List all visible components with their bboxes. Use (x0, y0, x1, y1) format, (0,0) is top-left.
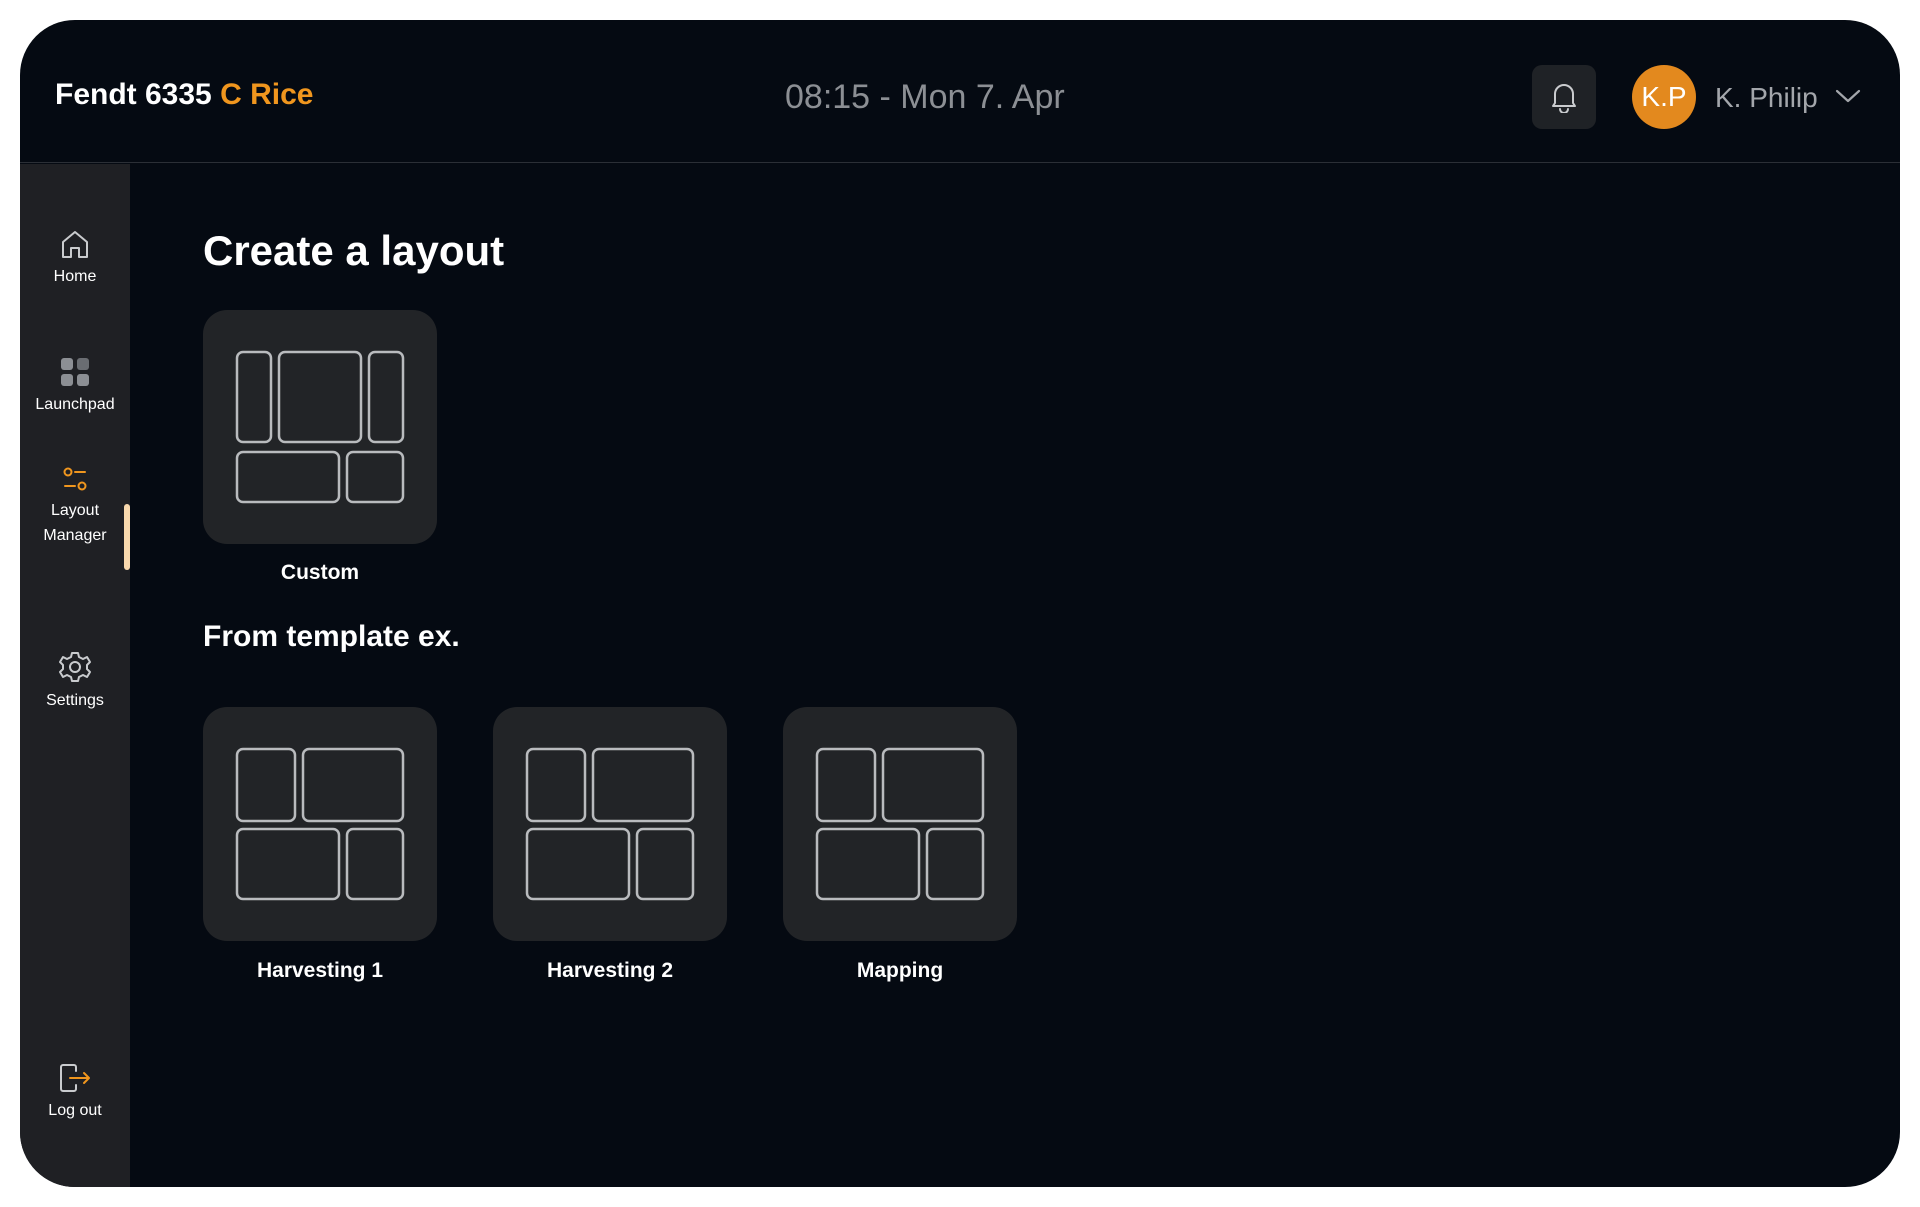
home-icon (62, 231, 88, 258)
page-title: Create a layout (203, 227, 505, 274)
logout-button[interactable]: Log out (20, 1062, 130, 1123)
template-label-harvesting-1: Harvesting 1 (256, 959, 384, 982)
template-layout-preview-icon (815, 747, 985, 901)
template-card-harvesting-2[interactable] (493, 707, 727, 941)
sidebar-item-label: Settings (46, 692, 104, 709)
template-card-harvesting-1[interactable] (203, 707, 437, 941)
template-label-mapping: Mapping (856, 959, 944, 982)
sidebar-item-label-line1: Layout (50, 502, 100, 519)
templates-heading: From template ex. (203, 620, 460, 653)
template-layout-preview-icon (235, 747, 405, 901)
logout-label: Log out (48, 1102, 102, 1119)
sliders-icon (63, 467, 87, 491)
user-avatar[interactable]: K.P (1632, 65, 1696, 129)
sidebar-item-settings[interactable]: Settings (20, 650, 130, 713)
sidebar-item-label-line2: Manager (43, 527, 107, 544)
user-name[interactable]: K. Philip (1715, 82, 1818, 114)
app-window: Fendt 6335 C Rice 08:15 - Mon 7. Apr K.P… (20, 20, 1900, 1187)
sidebar-item-layout-manager[interactable]: Layout Manager (20, 464, 130, 548)
template-card-mapping[interactable] (783, 707, 1017, 941)
grid-icon (61, 358, 89, 386)
sidebar-item-home[interactable]: Home (20, 228, 130, 289)
datetime-display: 08:15 - Mon 7. Apr (785, 78, 1065, 116)
logout-icon (60, 1064, 90, 1092)
vehicle-model: Fendt 6335 (55, 78, 212, 111)
chevron-down-icon[interactable] (1835, 88, 1861, 104)
main-content: Create a layout Custom From template ex.… (130, 164, 1900, 1187)
gear-icon (59, 652, 91, 682)
vehicle-title: Fendt 6335 C Rice (55, 78, 313, 112)
sidebar-item-label: Home (53, 268, 97, 285)
bell-icon (1552, 84, 1576, 113)
vehicle-variant: C Rice (220, 78, 314, 111)
sidebar-item-launchpad[interactable]: Launchpad (20, 356, 130, 417)
sidebar-item-label: Launchpad (35, 396, 115, 413)
custom-layout-label: Custom (280, 561, 360, 584)
sidebar-nav: Home Launchpad Layout Manager Settings L… (20, 164, 130, 1187)
custom-layout-card[interactable] (203, 310, 437, 544)
notifications-button[interactable] (1532, 65, 1596, 129)
custom-layout-preview-icon (235, 350, 405, 504)
top-bar: Fendt 6335 C Rice 08:15 - Mon 7. Apr K.P… (20, 20, 1900, 163)
template-layout-preview-icon (525, 747, 695, 901)
template-label-harvesting-2: Harvesting 2 (546, 959, 674, 982)
